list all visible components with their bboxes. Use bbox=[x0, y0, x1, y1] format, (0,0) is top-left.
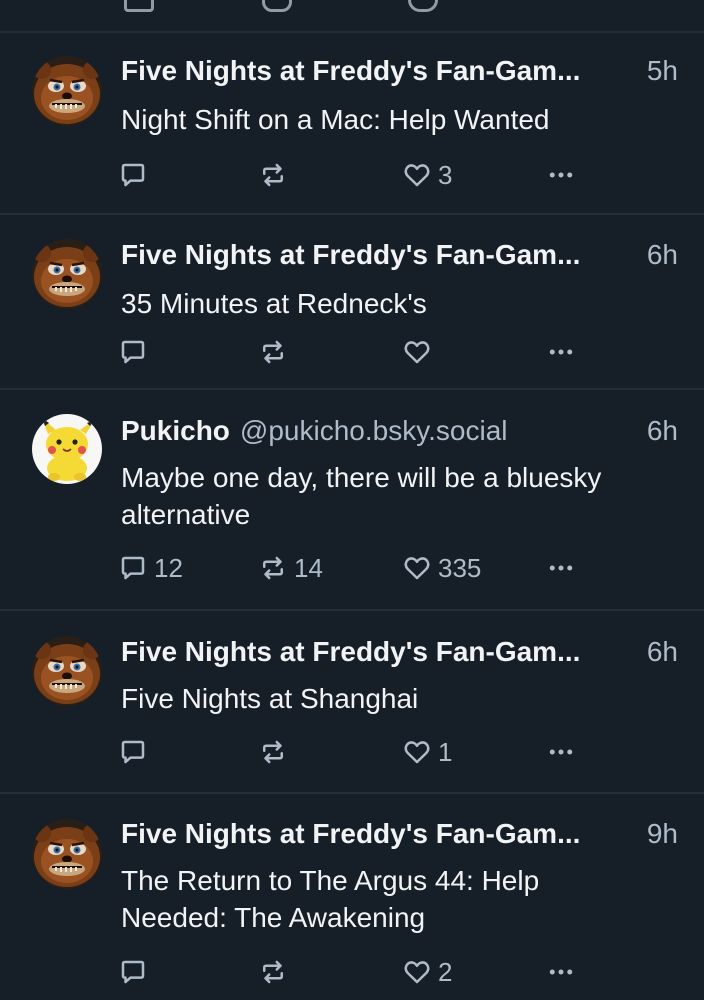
like-button[interactable]: 335 bbox=[402, 550, 481, 586]
previous-post-actions bbox=[0, 0, 704, 30]
post-header: Five Nights at Freddy's Fan-Gam... 6h bbox=[121, 239, 678, 275]
post-actions: 1 bbox=[118, 734, 598, 770]
post-4[interactable]: Five Nights at Freddy's Fan-Gam... 9h Th… bbox=[0, 794, 704, 1000]
like-count: 335 bbox=[438, 552, 482, 583]
post-actions bbox=[118, 334, 598, 370]
reply-icon bbox=[118, 553, 148, 583]
reply-button[interactable]: 12 bbox=[118, 550, 183, 586]
post-actions: 2 bbox=[118, 954, 598, 990]
like-count: 1 bbox=[438, 736, 453, 767]
reply-icon bbox=[118, 737, 148, 767]
like-button[interactable]: 1 bbox=[402, 734, 452, 770]
reply-button[interactable] bbox=[118, 334, 154, 370]
more-icon bbox=[546, 160, 576, 190]
reply-icon bbox=[118, 957, 148, 987]
more-options-button[interactable] bbox=[546, 157, 576, 193]
post-header: Five Nights at Freddy's Fan-Gam... 6h bbox=[121, 636, 678, 672]
author-name[interactable]: Five Nights at Freddy's Fan-Gam... bbox=[121, 239, 580, 271]
repost-button[interactable]: 14 bbox=[258, 550, 323, 586]
heart-icon bbox=[402, 737, 432, 767]
avatar[interactable] bbox=[32, 56, 102, 126]
freddy-avatar bbox=[32, 819, 102, 889]
post-actions: 12 14 335 bbox=[118, 550, 598, 586]
reply-icon bbox=[118, 160, 148, 190]
post-1[interactable]: Five Nights at Freddy's Fan-Gam... 6h 35… bbox=[0, 215, 704, 388]
like-count: 2 bbox=[438, 956, 453, 987]
heart-icon bbox=[402, 337, 432, 367]
post-actions: 3 bbox=[118, 157, 598, 193]
repost-button[interactable] bbox=[258, 954, 294, 990]
reply-icon bbox=[118, 337, 148, 367]
post-time[interactable]: 6h bbox=[647, 239, 678, 271]
post-time[interactable]: 5h bbox=[647, 55, 678, 87]
repost-icon bbox=[258, 160, 288, 190]
freddy-avatar bbox=[32, 239, 102, 309]
post-header: Pukicho @pukicho.bsky.social 6h bbox=[121, 415, 678, 451]
pikachu-avatar bbox=[32, 414, 102, 484]
post-time[interactable]: 9h bbox=[647, 818, 678, 850]
author-name[interactable]: Five Nights at Freddy's Fan-Gam... bbox=[121, 55, 580, 87]
repost-button[interactable] bbox=[258, 734, 294, 770]
reply-icon[interactable] bbox=[124, 0, 154, 12]
heart-icon bbox=[402, 957, 432, 987]
reply-count: 12 bbox=[154, 552, 183, 583]
repost-icon[interactable] bbox=[262, 0, 292, 12]
freddy-avatar bbox=[32, 636, 102, 706]
post-3[interactable]: Five Nights at Freddy's Fan-Gam... 6h Fi… bbox=[0, 611, 704, 792]
post-text: 35 Minutes at Redneck's bbox=[121, 288, 427, 319]
avatar[interactable] bbox=[32, 414, 102, 484]
avatar[interactable] bbox=[32, 819, 102, 889]
post-time[interactable]: 6h bbox=[647, 415, 678, 447]
more-options-button[interactable] bbox=[546, 550, 576, 586]
freddy-avatar bbox=[32, 56, 102, 126]
author-handle[interactable]: @pukicho.bsky.social bbox=[240, 415, 508, 447]
repost-icon bbox=[258, 957, 288, 987]
repost-icon bbox=[258, 737, 288, 767]
reply-button[interactable] bbox=[118, 954, 154, 990]
more-icon bbox=[546, 337, 576, 367]
like-button[interactable]: 3 bbox=[402, 157, 452, 193]
repost-icon bbox=[258, 337, 288, 367]
avatar[interactable] bbox=[32, 636, 102, 706]
post-header: Five Nights at Freddy's Fan-Gam... 9h bbox=[121, 818, 678, 854]
more-options-button[interactable] bbox=[546, 734, 576, 770]
post-0[interactable]: Five Nights at Freddy's Fan-Gam... 5h Ni… bbox=[0, 33, 704, 213]
more-icon bbox=[546, 957, 576, 987]
heart-icon[interactable] bbox=[408, 0, 438, 12]
repost-icon bbox=[258, 553, 288, 583]
author-name[interactable]: Five Nights at Freddy's Fan-Gam... bbox=[121, 818, 580, 850]
author-name[interactable]: Pukicho bbox=[121, 415, 230, 447]
reply-button[interactable] bbox=[118, 734, 154, 770]
post-text: Maybe one day, there will be a bluesky a… bbox=[121, 462, 602, 530]
post-2[interactable]: Pukicho @pukicho.bsky.social 6h Maybe on… bbox=[0, 390, 704, 609]
post-header: Five Nights at Freddy's Fan-Gam... 5h bbox=[121, 55, 678, 91]
reply-button[interactable] bbox=[118, 157, 154, 193]
more-options-button[interactable] bbox=[546, 954, 576, 990]
post-text: Five Nights at Shanghai bbox=[121, 683, 419, 714]
post-text: The Return to The Argus 44: Help Needed:… bbox=[121, 865, 540, 933]
more-options-button[interactable] bbox=[546, 334, 576, 370]
more-icon bbox=[546, 553, 576, 583]
avatar[interactable] bbox=[32, 239, 102, 309]
like-button[interactable] bbox=[402, 334, 438, 370]
repost-button[interactable] bbox=[258, 157, 294, 193]
heart-icon bbox=[402, 553, 432, 583]
heart-icon bbox=[402, 160, 432, 190]
more-icon bbox=[546, 737, 576, 767]
repost-count: 14 bbox=[294, 552, 323, 583]
post-time[interactable]: 6h bbox=[647, 636, 678, 668]
author-name[interactable]: Five Nights at Freddy's Fan-Gam... bbox=[121, 636, 580, 668]
post-text: Night Shift on a Mac: Help Wanted bbox=[121, 104, 550, 135]
like-button[interactable]: 2 bbox=[402, 954, 452, 990]
like-count: 3 bbox=[438, 159, 453, 190]
repost-button[interactable] bbox=[258, 334, 294, 370]
